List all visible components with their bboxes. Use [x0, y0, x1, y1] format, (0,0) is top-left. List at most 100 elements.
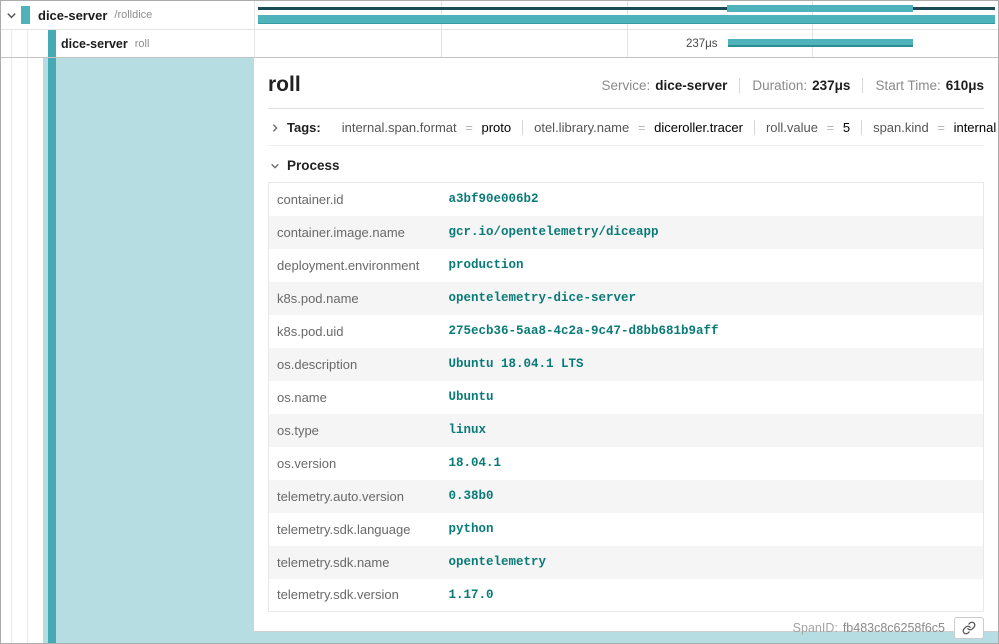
- span-accent-stripe: [48, 58, 56, 643]
- span-detail-stats: Service: dice-server Duration: 237μs Start…: [590, 78, 984, 93]
- stat-start-value: 610μs: [946, 78, 984, 93]
- span-row-rolldice[interactable]: dice-server /rolldice: [1, 1, 998, 30]
- span-color-indicator: [48, 30, 56, 57]
- copy-link-button[interactable]: [954, 617, 984, 639]
- tags-label: Tags:: [287, 120, 321, 135]
- process-row: telemetry.auto.version 0.38b0: [269, 480, 984, 513]
- chevron-down-icon: [270, 161, 280, 171]
- process-key: telemetry.sdk.name: [269, 546, 441, 579]
- span-id-value: fb483c8c6258f6c5: [843, 621, 945, 635]
- stat-duration-label: Duration:: [752, 78, 807, 93]
- process-value: Ubuntu: [441, 381, 984, 414]
- process-key: os.version: [269, 447, 441, 480]
- span-detail-background: roll Service: dice-server Duration: 237μs …: [254, 58, 998, 643]
- tag-equals: =: [638, 120, 646, 135]
- stat-duration: Duration: 237μs: [739, 78, 862, 93]
- tag-item: roll.value = 5: [755, 120, 862, 135]
- process-key: telemetry.auto.version: [269, 480, 441, 513]
- process-accordion-header[interactable]: Process: [268, 146, 984, 182]
- span-detail-row: roll Service: dice-server Duration: 237μs …: [1, 58, 998, 643]
- tag-key: otel.library.name: [534, 120, 629, 135]
- process-key: telemetry.sdk.language: [269, 513, 441, 546]
- process-row: k8s.pod.name opentelemetry-dice-server: [269, 282, 984, 315]
- process-table: container.id a3bf90e006b2 container.imag…: [268, 182, 984, 612]
- process-value: python: [441, 513, 984, 546]
- process-key: k8s.pod.uid: [269, 315, 441, 348]
- stat-start-label: Start Time:: [875, 78, 940, 93]
- process-value: opentelemetry-dice-server: [441, 282, 984, 315]
- span-color-indicator: [21, 6, 30, 24]
- span-duration-label: 237μs: [255, 38, 725, 50]
- process-row: os.name Ubuntu: [269, 381, 984, 414]
- process-row: os.version 18.04.1: [269, 447, 984, 480]
- tag-item: internal.span.format = proto: [331, 120, 523, 135]
- process-row: container.id a3bf90e006b2: [269, 183, 984, 216]
- tags-list: internal.span.format = proto otel.librar…: [331, 120, 999, 135]
- stat-start-time: Start Time: 610μs: [862, 78, 984, 93]
- chevron-right-icon: [270, 123, 280, 133]
- process-row: deployment.environment production: [269, 249, 984, 282]
- process-value: 275ecb36-5aa8-4c2a-9c47-d8bb681b9aff: [441, 315, 984, 348]
- span-accent-column[interactable]: [1, 58, 254, 643]
- process-value: production: [441, 249, 984, 282]
- tag-item: otel.library.name = diceroller.tracer: [523, 120, 755, 135]
- tags-accordion[interactable]: Tags: internal.span.format = proto otel.…: [268, 109, 984, 146]
- span-detail-title: roll: [268, 73, 301, 97]
- process-key: container.id: [269, 183, 441, 216]
- span-operation-name: roll: [135, 38, 150, 50]
- process-value: a3bf90e006b2: [441, 183, 984, 216]
- tag-key: span.kind: [873, 120, 929, 135]
- tag-equals: =: [465, 120, 473, 135]
- stat-duration-value: 237μs: [812, 78, 850, 93]
- process-row: k8s.pod.uid 275ecb36-5aa8-4c2a-9c47-d8bb…: [269, 315, 984, 348]
- indent-guide: [11, 58, 12, 643]
- timeline-column: [254, 1, 998, 29]
- process-row: os.type linux: [269, 414, 984, 447]
- tag-equals: =: [827, 120, 835, 135]
- minimap-child-segment: [727, 5, 913, 12]
- span-accent-fill: [43, 58, 254, 643]
- process-row: os.description Ubuntu 18.04.1 LTS: [269, 348, 984, 381]
- indent-guide: [11, 30, 12, 57]
- tag-value: diceroller.tracer: [654, 120, 743, 135]
- tag-value: 5: [843, 120, 850, 135]
- process-key: k8s.pod.name: [269, 282, 441, 315]
- span-detail-footer: SpanID: fb483c8c6258f6c5: [268, 612, 984, 644]
- timeline-column: 237μs: [254, 30, 998, 57]
- indent-guide: [27, 58, 28, 643]
- stat-service-value: dice-server: [655, 78, 727, 93]
- tag-equals: =: [937, 120, 945, 135]
- stat-service: Service: dice-server: [590, 78, 740, 93]
- process-key: os.type: [269, 414, 441, 447]
- link-icon: [962, 621, 976, 635]
- indent-guide: [27, 30, 28, 57]
- span-bar-rolldice[interactable]: [258, 15, 995, 24]
- span-bar-roll[interactable]: [728, 39, 913, 47]
- span-name-column[interactable]: dice-server roll: [1, 30, 254, 57]
- stat-service-label: Service:: [602, 78, 651, 93]
- span-id-label: SpanID:: [793, 621, 838, 635]
- process-row: container.image.name gcr.io/opentelemetr…: [269, 216, 984, 249]
- process-value: 0.38b0: [441, 480, 984, 513]
- process-value: Ubuntu 18.04.1 LTS: [441, 348, 984, 381]
- process-key: os.description: [269, 348, 441, 381]
- span-row-roll[interactable]: dice-server roll 237μs: [1, 30, 998, 58]
- span-detail-card: roll Service: dice-server Duration: 237μs …: [254, 58, 998, 632]
- trace-timeline-view: dice-server /rolldice dice-server roll 2…: [0, 0, 999, 644]
- process-key: os.name: [269, 381, 441, 414]
- tag-key: internal.span.format: [342, 120, 457, 135]
- tag-value: proto: [481, 120, 511, 135]
- chevron-down-icon[interactable]: [1, 10, 21, 21]
- span-detail-header: roll Service: dice-server Duration: 237μs …: [268, 58, 984, 109]
- span-service-name: dice-server: [38, 8, 107, 23]
- process-value: linux: [441, 414, 984, 447]
- process-value: gcr.io/opentelemetry/diceapp: [441, 216, 984, 249]
- span-name-column[interactable]: dice-server /rolldice: [1, 1, 254, 29]
- process-row: telemetry.sdk.version 1.17.0: [269, 579, 984, 612]
- process-key: deployment.environment: [269, 249, 441, 282]
- process-value: 18.04.1: [441, 447, 984, 480]
- process-row: telemetry.sdk.language python: [269, 513, 984, 546]
- process-key: container.image.name: [269, 216, 441, 249]
- tag-value: internal: [954, 120, 997, 135]
- span-operation-name: /rolldice: [114, 9, 152, 21]
